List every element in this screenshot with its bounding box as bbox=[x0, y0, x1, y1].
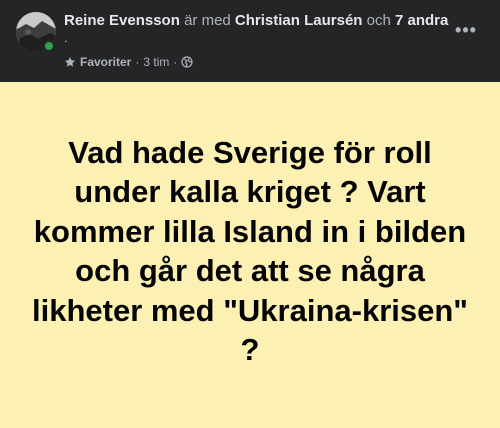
post-body: Vad hade Sverige för roll under kalla kr… bbox=[0, 82, 500, 428]
tagged-link[interactable]: Christian Laursén bbox=[235, 12, 363, 29]
header-dot: . bbox=[64, 30, 68, 45]
with-text: är med bbox=[184, 12, 231, 29]
meta-separator: · bbox=[173, 55, 178, 69]
post-header-line: Reine Evensson är med Christian Laursén … bbox=[64, 11, 454, 31]
post-time[interactable]: 3 tim bbox=[143, 55, 169, 69]
meta-separator: · bbox=[135, 55, 140, 69]
others-link[interactable]: 7 andra bbox=[395, 12, 448, 29]
post-header: Reine Evensson är med Christian Laursén … bbox=[0, 0, 500, 82]
audience-link[interactable]: Favoriter bbox=[80, 55, 131, 69]
and-text: och bbox=[366, 12, 391, 29]
post-meta: Favoriter · 3 tim · bbox=[64, 53, 193, 71]
online-status-icon bbox=[43, 40, 55, 52]
star-icon bbox=[64, 56, 76, 68]
author-link[interactable]: Reine Evensson bbox=[64, 12, 180, 29]
more-options-button[interactable]: ••• bbox=[452, 16, 480, 44]
globe-icon[interactable] bbox=[181, 56, 193, 68]
post-text: Vad hade Sverige för roll under kalla kr… bbox=[31, 134, 468, 368]
